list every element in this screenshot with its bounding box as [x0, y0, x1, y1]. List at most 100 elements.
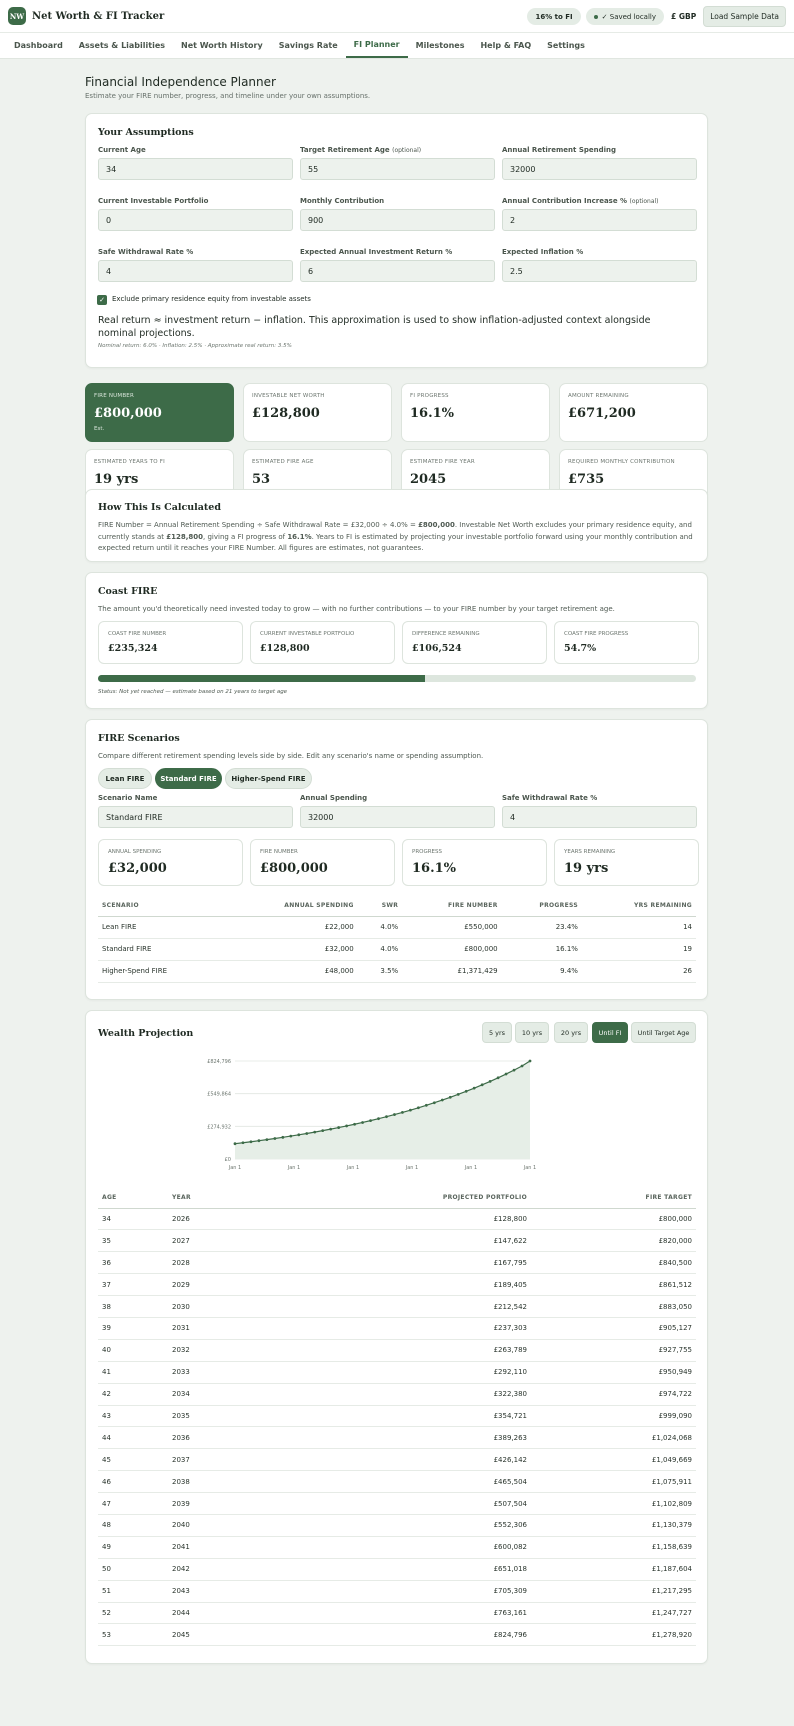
table-cell: 52: [98, 1602, 168, 1625]
stat-card-fi-progress: FI PROGRESS 16.1%: [401, 383, 550, 442]
table-row[interactable]: 46 2038 £465,504 £1,075,911: [98, 1470, 696, 1494]
table-cell: 38: [98, 1295, 168, 1318]
range-button-10-yrs[interactable]: 10 yrs: [515, 1022, 549, 1043]
table-row[interactable]: 36 2028 £167,795 £840,500: [98, 1251, 696, 1275]
table-row[interactable]: 52 2044 £763,161 £1,247,727: [98, 1602, 696, 1625]
nav-item-savings-rate[interactable]: Savings Rate: [271, 33, 346, 58]
nav-item-help-faq[interactable]: Help & FAQ: [472, 33, 539, 58]
table-cell: 19: [581, 938, 696, 961]
stat-label: FIRE NUMBER: [94, 393, 134, 399]
scenario-name-input[interactable]: Standard FIRE: [98, 806, 293, 828]
table-row[interactable]: 47 2039 £507,504 £1,102,809: [98, 1492, 696, 1515]
table-cell: £147,622: [248, 1229, 531, 1253]
table-cell: 2034: [168, 1383, 248, 1406]
table-cell: £22,000: [224, 916, 358, 939]
scenario-tab-higher-spend-fire[interactable]: Higher-Spend FIRE: [225, 768, 312, 789]
scenario-swr-input[interactable]: 4: [502, 806, 697, 828]
current-age-input[interactable]: 34: [98, 158, 293, 180]
area-fill: [235, 1061, 530, 1159]
nav-item-net-worth-history[interactable]: Net Worth History: [173, 33, 271, 58]
annual-retirement-spending-input[interactable]: 32000: [502, 158, 697, 180]
field-label-text: Annual Retirement Spending: [502, 146, 617, 154]
table-cell: £905,127: [531, 1317, 696, 1340]
table-row[interactable]: 40 2032 £263,789 £927,755: [98, 1339, 696, 1362]
table-row[interactable]: 45 2037 £426,142 £1,049,669: [98, 1448, 696, 1472]
x-tick-label: Jan 1: [346, 1165, 359, 1171]
field-label-text: Current Investable Portfolio: [98, 197, 209, 205]
data-point: [432, 1101, 436, 1105]
scenario-card-value: £800,000: [260, 861, 328, 876]
table-cell: 2028: [168, 1251, 248, 1275]
optional-tag: (optional): [392, 147, 422, 154]
data-point: [512, 1068, 516, 1072]
data-point: [361, 1121, 364, 1124]
target-retirement-age-input[interactable]: 55: [300, 158, 495, 180]
table-cell: 40: [98, 1339, 168, 1362]
table-cell: £426,142: [248, 1448, 531, 1472]
table-cell: 2032: [168, 1339, 248, 1362]
range-button-until-fi[interactable]: Until FI: [592, 1022, 628, 1043]
current-investable-portfolio-input[interactable]: 0: [98, 209, 293, 231]
fi-progress-badge: 16% to FI: [527, 8, 581, 25]
range-button-until-target-age[interactable]: Until Target Age: [631, 1022, 696, 1043]
data-point: [416, 1106, 420, 1110]
table-row[interactable]: 42 2034 £322,380 £974,722: [98, 1383, 696, 1406]
table-cell: 2026: [168, 1208, 248, 1231]
table-row[interactable]: 50 2042 £651,018 £1,187,604: [98, 1558, 696, 1581]
table-row[interactable]: 48 2040 £552,306 £1,130,379: [98, 1514, 696, 1537]
scenario-card-years-remaining: YEARS REMAINING 19 yrs: [554, 839, 699, 886]
table-cell: £48,000: [224, 960, 358, 983]
table-row[interactable]: 51 2043 £705,309 £1,217,295: [98, 1580, 696, 1603]
rates-note: Nominal return: 6.0% · Inflation: 2.5% ·…: [98, 343, 292, 349]
scenario-swr-label: Safe Withdrawal Rate %: [502, 794, 598, 802]
field-label-expected-inflation: Expected Inflation %: [502, 248, 583, 256]
field-label-annual-contribution-increase: Annual Contribution Increase % (optional…: [502, 197, 659, 205]
annual-contribution-increase-input[interactable]: 2: [502, 209, 697, 231]
load-sample-button[interactable]: Load Sample Data: [703, 6, 786, 27]
table-row[interactable]: 35 2027 £147,622 £820,000: [98, 1229, 696, 1253]
exclude-residence-checkbox[interactable]: ✓: [97, 295, 107, 305]
currency-selector[interactable]: £ GBP: [671, 12, 696, 21]
range-button-20-yrs[interactable]: 20 yrs: [554, 1022, 588, 1043]
table-cell: 2029: [168, 1273, 248, 1297]
projection-table: AGE YEAR PROJECTED PORTFOLIO FIRE TARGET 34 2…: [98, 1187, 696, 1647]
table-row[interactable]: 43 2035 £354,721 £999,090: [98, 1405, 696, 1428]
table-row[interactable]: 34 2026 £128,800 £800,000: [98, 1208, 696, 1231]
column-header-swr: SWR: [357, 895, 403, 917]
expected-inflation-input[interactable]: 2.5: [502, 260, 697, 282]
scenario-tab-standard-fire[interactable]: Standard FIRE: [155, 768, 222, 789]
table-row[interactable]: 39 2031 £237,303 £905,127: [98, 1317, 696, 1340]
y-tick-label: £549,864: [207, 1092, 231, 1098]
nav-item-dashboard[interactable]: Dashboard: [14, 33, 71, 58]
table-row[interactable]: 44 2036 £389,263 £1,024,068: [98, 1426, 696, 1450]
range-button-5-yrs[interactable]: 5 yrs: [482, 1022, 512, 1043]
projection-heading: Wealth Projection: [98, 1028, 194, 1039]
table-cell: 35: [98, 1229, 168, 1253]
table-row[interactable]: 38 2030 £212,542 £883,050: [98, 1295, 696, 1318]
nav-item-assets-liabilities[interactable]: Assets & Liabilities: [71, 33, 173, 58]
monthly-contribution-input[interactable]: 900: [300, 209, 495, 231]
stat-label: REQUIRED MONTHLY CONTRIBUTION: [568, 459, 675, 465]
nav-item-settings[interactable]: Settings: [539, 33, 593, 58]
scenario-card-label: FIRE NUMBER: [260, 849, 298, 855]
table-cell: £389,263: [248, 1426, 531, 1450]
table-row[interactable]: Standard FIRE £32,000 4.0% £800,000 16.1% 19: [98, 938, 696, 961]
nav-item-fi-planner[interactable]: FI Planner: [345, 33, 408, 58]
table-row[interactable]: Higher-Spend FIRE £48,000 3.5% £1,371,429 9.…: [98, 960, 696, 983]
table-row[interactable]: 37 2029 £189,405 £861,512: [98, 1273, 696, 1297]
safe-withdrawal-rate-input[interactable]: 4: [98, 260, 293, 282]
table-cell: 23.4%: [501, 916, 582, 939]
table-row[interactable]: 49 2041 £600,082 £1,158,639: [98, 1536, 696, 1559]
table-row[interactable]: 53 2045 £824,796 £1,278,920: [98, 1623, 696, 1647]
nav-item-milestones[interactable]: Milestones: [408, 33, 473, 58]
scenario-tab-lean-fire[interactable]: Lean FIRE: [98, 768, 152, 789]
field-label-monthly-contribution: Monthly Contribution: [300, 197, 384, 205]
scenarios-card: FIRE Scenarios Compare different retirem…: [85, 719, 708, 1000]
table-cell: £1,217,295: [531, 1580, 696, 1603]
coast-card-value: £128,800: [260, 643, 310, 654]
table-row[interactable]: 41 2033 £292,110 £950,949: [98, 1361, 696, 1384]
scenario-spending-input[interactable]: 32000: [300, 806, 495, 828]
expected-annual-investment-return-input[interactable]: 6: [300, 260, 495, 282]
table-row[interactable]: Lean FIRE £22,000 4.0% £550,000 23.4% 14: [98, 916, 696, 939]
main-nav: Dashboard Assets & Liabilities Net Worth H…: [0, 32, 794, 59]
